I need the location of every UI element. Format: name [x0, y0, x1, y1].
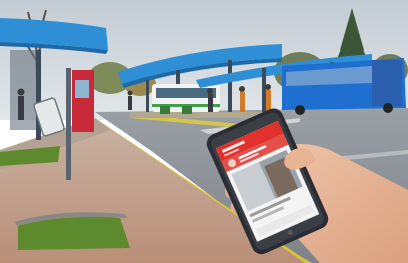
blue-bus	[282, 58, 406, 115]
scene-illustration	[0, 0, 408, 263]
bus-station-photo	[0, 0, 408, 263]
